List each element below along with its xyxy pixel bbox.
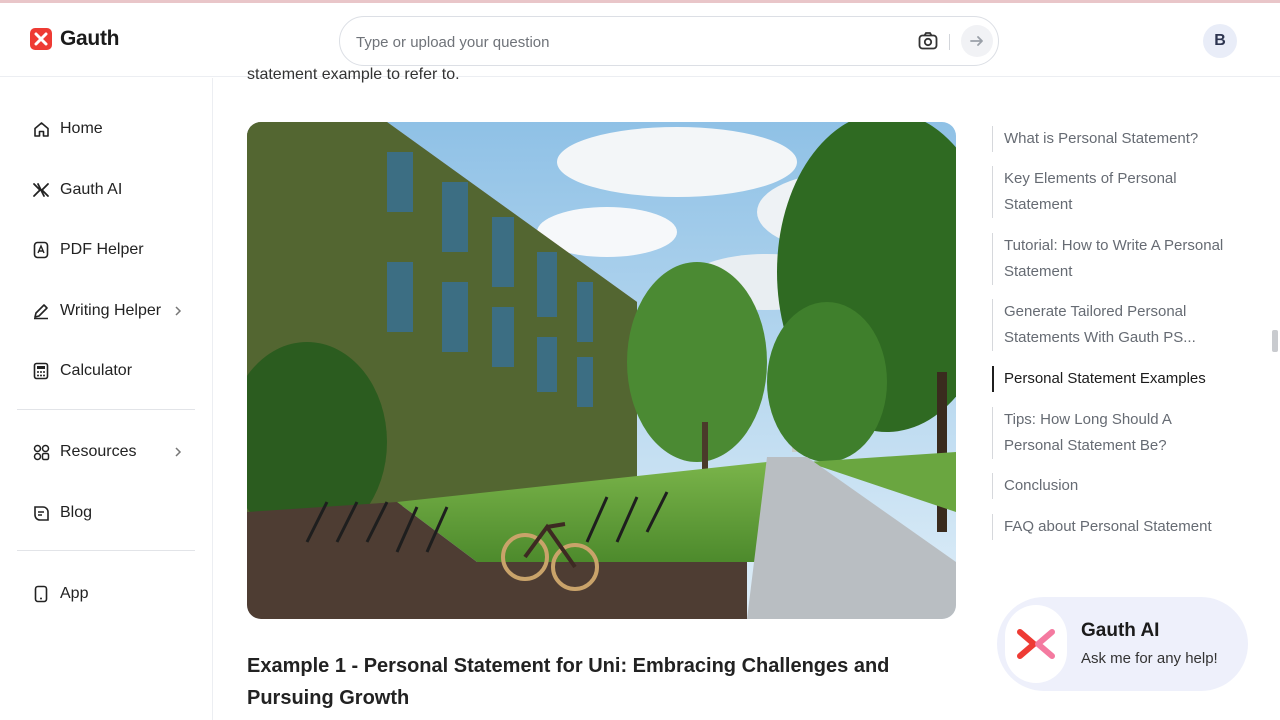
- toc-item[interactable]: Generate Tailored Personal Statements Wi…: [992, 299, 1232, 351]
- sidebar-item-calculator[interactable]: Calculator: [32, 358, 192, 384]
- pen-icon: [32, 302, 50, 320]
- chevron-right-icon[interactable]: [174, 304, 182, 322]
- gauth-ai-icon: [32, 181, 50, 199]
- sidebar-item-resources[interactable]: Resources: [32, 439, 192, 465]
- home-icon: [32, 120, 50, 138]
- gauth-logo-icon: [30, 28, 52, 50]
- sidebar-divider: [17, 409, 195, 410]
- sidebar-divider: [17, 550, 195, 551]
- sidebar-item-label: App: [60, 585, 89, 602]
- calculator-icon: [32, 362, 50, 380]
- intro-text: statement example to refer to.: [247, 66, 460, 83]
- sidebar-item-label: Blog: [60, 504, 93, 521]
- example-heading: Example 1 - Personal Statement for Uni: …: [247, 655, 890, 709]
- toc-item[interactable]: Key Elements of Personal Statement: [992, 166, 1232, 218]
- toc-item[interactable]: FAQ about Personal Statement: [992, 514, 1232, 540]
- sidebar-item-home[interactable]: Home: [32, 116, 192, 142]
- submit-button[interactable]: [961, 25, 993, 57]
- ai-card-subtitle: Ask me for any help!: [1081, 650, 1218, 667]
- chevron-right-icon[interactable]: [174, 445, 182, 463]
- toc-item-active[interactable]: Personal Statement Examples: [992, 366, 1232, 392]
- sidebar-item-label: Gauth AI: [60, 181, 123, 198]
- toc-item[interactable]: Tutorial: How to Write A Personal Statem…: [992, 233, 1232, 285]
- sidebar-item-blog[interactable]: Blog: [32, 500, 192, 526]
- toc-item[interactable]: Conclusion: [992, 473, 1232, 499]
- pdf-icon: [32, 241, 50, 259]
- sidebar-item-gauth-ai[interactable]: Gauth AI: [32, 177, 192, 203]
- scrollbar-thumb[interactable]: [1272, 330, 1278, 352]
- phone-icon: [32, 585, 50, 603]
- hero-image: [247, 122, 956, 619]
- search-bar[interactable]: [339, 16, 999, 66]
- sidebar-item-label: Calculator: [60, 362, 133, 379]
- camera-upload-icon[interactable]: [918, 32, 938, 55]
- gauth-logo[interactable]: Gauth: [30, 27, 119, 51]
- search-divider: [949, 34, 950, 50]
- ai-card-title: Gauth AI: [1081, 620, 1160, 641]
- blog-icon: [32, 504, 50, 522]
- toc-item[interactable]: What is Personal Statement?: [992, 126, 1232, 152]
- sidebar-item-label: Resources: [60, 443, 137, 460]
- grid-icon: [32, 443, 50, 461]
- sidebar: Home Gauth AI PDF Helper Writing Helper …: [0, 78, 213, 720]
- search-input[interactable]: [356, 30, 896, 54]
- brand-name: Gauth: [60, 27, 120, 50]
- sidebar-item-label: Home: [60, 120, 103, 137]
- sidebar-item-label: PDF Helper: [60, 241, 144, 258]
- user-avatar[interactable]: B: [1203, 24, 1237, 58]
- sidebar-item-writing-helper[interactable]: Writing Helper: [32, 298, 192, 324]
- toc-item[interactable]: Tips: How Long Should A Personal Stateme…: [992, 407, 1232, 459]
- gauth-ai-logo-icon: [1005, 605, 1067, 683]
- arrow-right-icon: [970, 36, 983, 46]
- sidebar-item-pdf-helper[interactable]: PDF Helper: [32, 237, 192, 263]
- gauth-ai-card[interactable]: Gauth AI Ask me for any help!: [997, 597, 1248, 691]
- top-header: Gauth B: [0, 3, 1280, 77]
- sidebar-item-app[interactable]: App: [32, 581, 192, 607]
- sidebar-item-label: Writing Helper: [60, 302, 162, 319]
